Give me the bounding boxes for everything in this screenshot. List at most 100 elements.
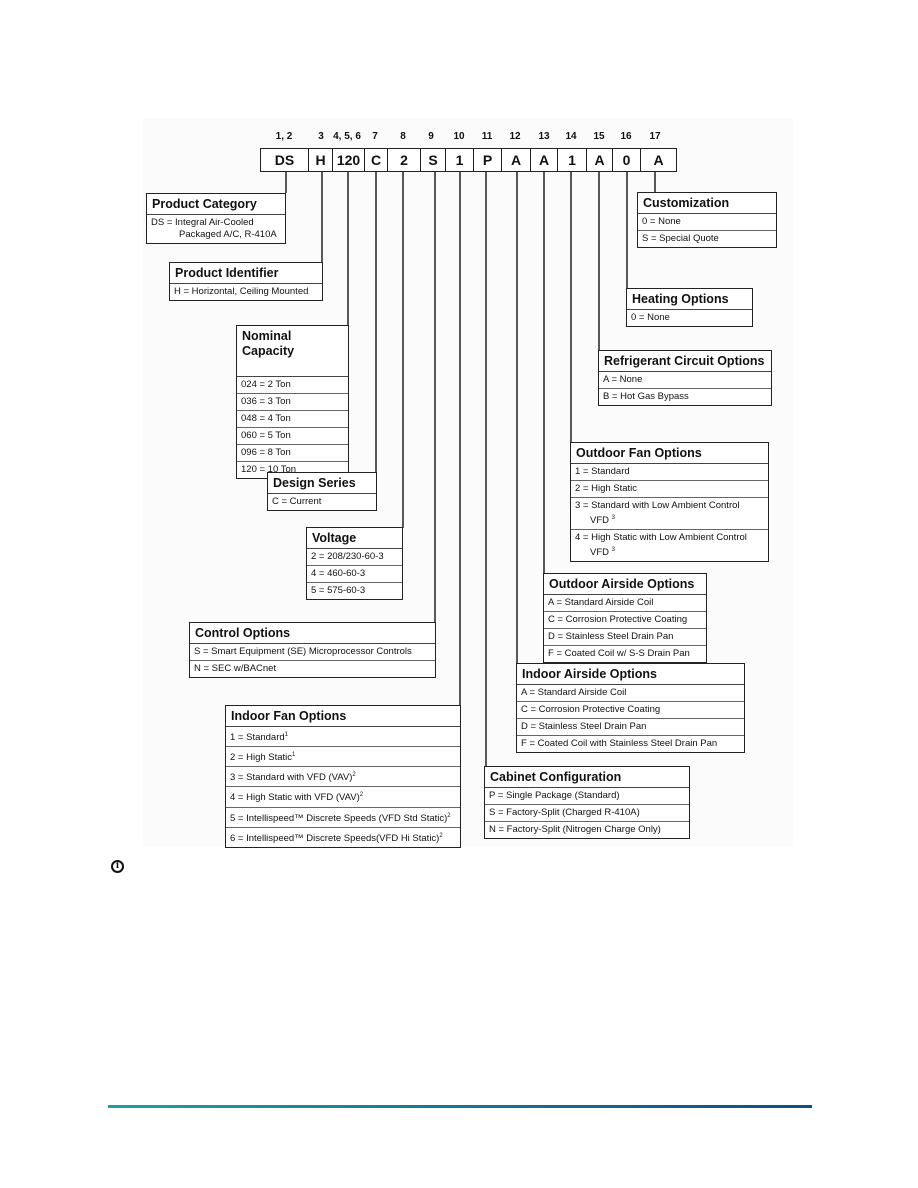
option-row: 5 = 575-60-3	[311, 585, 366, 596]
option-row: 4 = 460-60-3	[307, 566, 402, 583]
footnote-ref: 1	[292, 752, 296, 759]
position-label: 14	[565, 131, 577, 142]
footnote-ref: 2	[447, 812, 451, 819]
option-text-continued: VFD	[590, 547, 609, 559]
option-row: 5 = Intellispeed™ Discrete Speeds (VFD S…	[226, 808, 460, 828]
footnote-ref: 3	[611, 515, 615, 521]
position-label: 7	[372, 131, 378, 142]
option-text: 2 = High Static	[230, 752, 293, 764]
option-row: A = None	[599, 372, 771, 389]
position-label: 12	[509, 131, 521, 142]
refrigerant-circuit-options-box: Refrigerant Circuit Options A = None B =…	[598, 350, 772, 406]
option-row: 024 = 2 Ton	[237, 377, 348, 394]
option-row: A = Standard Airside Coil	[544, 595, 706, 612]
option-row: C = Corrosion Protective Coating	[517, 702, 744, 719]
code-cell: A	[587, 149, 613, 171]
option-row: 6 = Intellispeed™ Discrete Speeds(VFD Hi…	[226, 828, 460, 847]
option-row: D = Stainless Steel Drain Pan	[544, 629, 706, 646]
box-title: Nominal Capacity	[237, 326, 348, 377]
position-label: 11	[481, 131, 493, 142]
option-row: DS = Integral Air-Cooled Packaged A/C, R…	[147, 215, 285, 243]
product-identifier-box: Product Identifier H = Horizontal, Ceili…	[169, 262, 323, 301]
position-label: 16	[620, 131, 632, 142]
footnote-ref: 2	[359, 792, 364, 799]
code-cell: S	[421, 149, 446, 171]
position-label: 3	[318, 131, 324, 142]
option-row: 0 = None	[631, 312, 670, 323]
cabinet-configuration-box: Cabinet Configuration P = Single Package…	[484, 766, 690, 839]
box-title: Voltage	[307, 528, 402, 549]
option-row: F = Coated Coil w/ S-S Drain Pan	[548, 648, 690, 659]
box-title: Indoor Airside Options	[517, 664, 744, 685]
position-label: 8	[400, 131, 406, 142]
option-text: 4 = High Static with VFD (VAV)	[230, 792, 360, 804]
position-label: 4, 5, 6	[333, 131, 361, 142]
option-row: 048 = 4 Ton	[237, 411, 348, 428]
option-row: H = Horizontal, Ceiling Mounted	[174, 286, 309, 297]
option-text: 3 = Standard with Low Ambient Control	[575, 500, 740, 511]
code-cell: 120	[333, 149, 365, 171]
code-cell: A	[502, 149, 531, 171]
product-category-box: Product Category DS = Integral Air-Coole…	[146, 193, 286, 244]
position-label: 1, 2	[275, 131, 293, 142]
option-row: 1 = Standard1	[226, 727, 460, 748]
heating-options-box: Heating Options 0 = None	[626, 288, 753, 327]
box-title: Cabinet Configuration	[485, 767, 689, 788]
position-label: 15	[593, 131, 605, 142]
option-row: D = Stainless Steel Drain Pan	[517, 719, 744, 736]
option-row: 2 = High Static	[571, 481, 768, 498]
box-title: Refrigerant Circuit Options	[599, 351, 771, 372]
position-label: 9	[428, 131, 434, 142]
position-label: 13	[538, 131, 550, 142]
option-text: 3 = Standard with VFD (VAV)	[230, 772, 353, 784]
option-row: 036 = 3 Ton	[237, 394, 348, 411]
box-title: Outdoor Fan Options	[571, 443, 768, 464]
indoor-fan-options-box: Indoor Fan Options 1 = Standard1 2 = Hig…	[225, 705, 461, 848]
option-text: 6 = Intellispeed™ Discrete Speeds(VFD Hi…	[230, 832, 440, 844]
option-text-continued: VFD	[590, 515, 609, 527]
footnote-ref: 1	[284, 732, 289, 738]
option-row: 0 = None	[638, 214, 776, 231]
info-circle-icon: i	[111, 860, 124, 873]
code-cell: 2	[388, 149, 421, 171]
footnote-ref: 2	[352, 772, 356, 779]
footnote-ref: 3	[611, 547, 615, 554]
option-row: 1 = Standard	[571, 464, 768, 481]
position-label: 17	[649, 131, 661, 142]
option-row: A = Standard Airside Coil	[517, 685, 744, 702]
option-row: C = Corrosion Protective Coating	[544, 612, 706, 629]
voltage-box: Voltage 2 = 208/230-60-3 4 = 460-60-3 5 …	[306, 527, 403, 600]
design-series-box: Design Series C = Current	[267, 472, 377, 511]
code-cell: H	[309, 149, 333, 171]
model-number-nomenclature-diagram: 1, 2 3 4, 5, 6 7 8 9 10 11 12 13 14 15 1…	[0, 0, 918, 1188]
indoor-airside-options-box: Indoor Airside Options A = Standard Airs…	[516, 663, 745, 753]
footer-divider	[108, 1105, 812, 1108]
option-row: P = Single Package (Standard)	[485, 788, 689, 805]
option-row: 060 = 5 Ton	[237, 428, 348, 445]
option-row: 4 = High Static with Low Ambient Control…	[571, 530, 768, 561]
code-cell: C	[365, 149, 388, 171]
option-row: F = Coated Coil with Stainless Steel Dra…	[521, 738, 718, 749]
option-row: 2 = 208/230-60-3	[307, 549, 402, 566]
option-text-continued: Packaged A/C, R-410A	[179, 229, 277, 240]
option-row: 3 = Standard with Low Ambient Control VF…	[571, 498, 768, 531]
option-row: C = Current	[272, 496, 322, 507]
code-cell: 1	[558, 149, 587, 171]
position-label: 10	[453, 131, 465, 142]
option-text: 5 = Intellispeed™ Discrete Speeds (VFD S…	[230, 812, 448, 824]
code-cell: 0	[613, 149, 641, 171]
option-text: 4 = High Static with Low Ambient Control	[575, 532, 747, 544]
outdoor-airside-options-box: Outdoor Airside Options A = Standard Air…	[543, 573, 707, 663]
outdoor-fan-options-box: Outdoor Fan Options 1 = Standard 2 = Hig…	[570, 442, 769, 563]
option-row: S = Smart Equipment (SE) Microprocessor …	[190, 644, 435, 661]
code-cell: A	[653, 152, 664, 168]
model-code-bar: DS H 120 C 2 S 1 P A A 1 A 0 A	[260, 148, 677, 172]
option-row: 4 = High Static with VFD (VAV)2	[226, 787, 460, 808]
option-row: N = SEC w/BACnet	[194, 663, 277, 674]
control-options-box: Control Options S = Smart Equipment (SE)…	[189, 622, 436, 678]
option-row: 096 = 8 Ton	[237, 445, 348, 462]
box-title: Customization	[638, 193, 776, 214]
code-cell: 1	[446, 149, 474, 171]
nominal-capacity-box: Nominal Capacity 024 = 2 Ton 036 = 3 Ton…	[236, 325, 349, 479]
option-text: 1 = Standard	[230, 732, 285, 744]
